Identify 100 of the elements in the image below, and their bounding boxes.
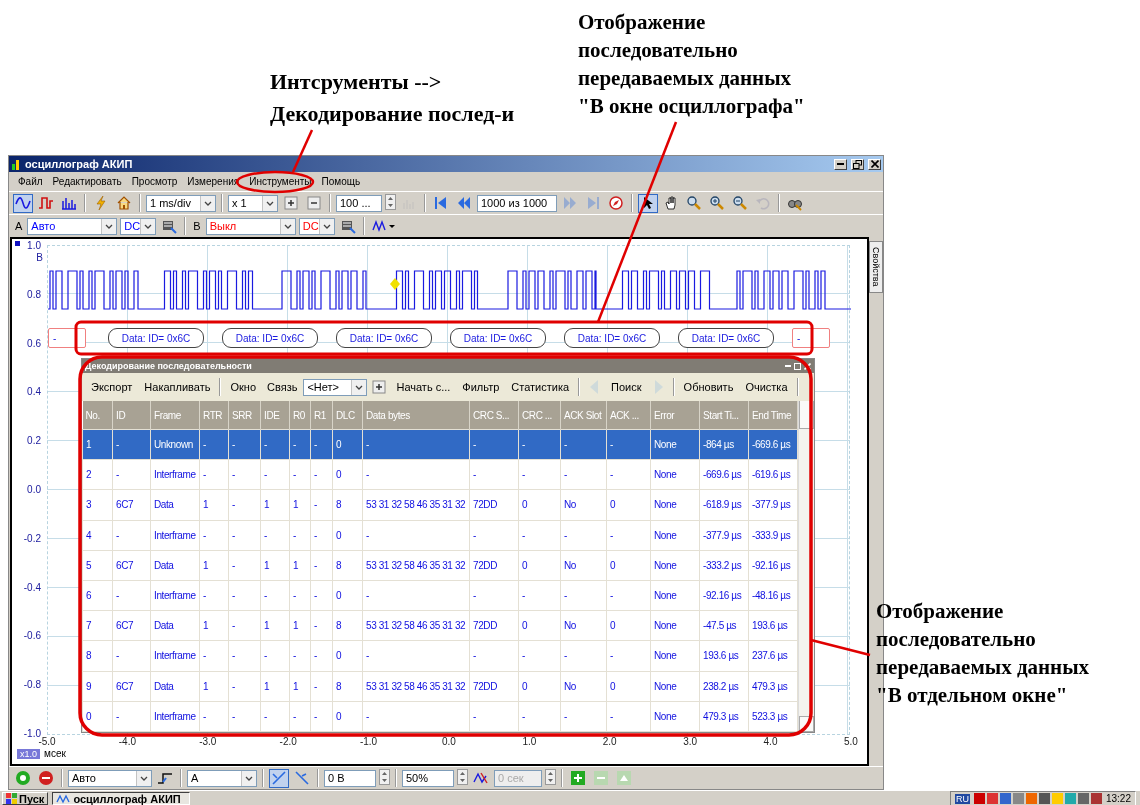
table-cell: 0: [332, 520, 363, 551]
axis-tick-label: 1.0: [521, 736, 538, 747]
spin-arrows-icon[interactable]: [385, 194, 396, 210]
rewind-icon: [456, 195, 472, 211]
annotation-text: Интсрументы --> Декодирование послед-и: [270, 68, 515, 128]
close-icon[interactable]: [804, 362, 811, 370]
dropdown[interactable]: x 1: [228, 194, 278, 212]
tray-icons-drawing[interactable]: [973, 792, 1102, 805]
table-cell: 0: [332, 429, 363, 460]
table-cell: -: [112, 580, 151, 611]
restore-button[interactable]: [851, 158, 864, 170]
table-cell: -: [260, 429, 290, 460]
toolbar-button[interactable]: Поиск: [606, 378, 647, 396]
plus-square-button[interactable]: [568, 768, 588, 788]
toolbar-button[interactable]: Обновить: [678, 378, 739, 396]
decoded-segment: Data: ID= 0x6C: [678, 328, 774, 348]
spin-arrows-icon[interactable]: [457, 769, 468, 785]
leader-line: [291, 129, 314, 173]
selected-row[interactable]: 1 - Unknown - - - - - 0 - - - - - None -864 µs -669.6 µs: [82, 429, 798, 460]
dropdown[interactable]: Авто: [27, 217, 118, 235]
rising-edge-button[interactable]: [269, 768, 289, 788]
spin-field[interactable]: 50%: [402, 769, 454, 787]
table-cell: None: [650, 520, 700, 551]
table-cell: -: [112, 701, 151, 732]
dropdown[interactable]: <Нет>: [303, 378, 368, 396]
side-tab[interactable]: Свойства: [869, 241, 883, 293]
table-cell: -: [310, 640, 333, 671]
dropdown[interactable]: DC: [298, 217, 335, 235]
table-cell: 0: [606, 610, 651, 641]
table-cell: -: [289, 701, 311, 732]
sine-wave-button[interactable]: [13, 193, 33, 213]
compass-button[interactable]: [606, 193, 626, 213]
taskbar-button[interactable]: осциллограф АКИП: [52, 792, 191, 805]
table-cell: -: [310, 701, 333, 732]
table-cell: -: [362, 580, 470, 611]
caret-icon: [139, 774, 149, 782]
minimize-button[interactable]: [834, 158, 847, 170]
zoom-in-icon: [709, 195, 725, 211]
language-indicator[interactable]: RU: [954, 793, 970, 804]
decoded-segment: Data: ID= 0x6C: [450, 328, 546, 348]
hand-icon: [663, 195, 679, 211]
spin-field[interactable]: 100 ...: [336, 194, 382, 212]
close-button[interactable]: [868, 158, 881, 170]
table-cell: -669.6 µs: [748, 429, 798, 460]
stop-button[interactable]: [36, 768, 56, 788]
table-cell: 238.2 µs: [699, 671, 749, 702]
play-button[interactable]: [13, 768, 33, 788]
spin-arrows-icon[interactable]: [379, 769, 390, 785]
decoded-segment: Data: ID= 0x6C: [564, 328, 660, 348]
minus-button[interactable]: [304, 193, 324, 213]
table-cell: -333.2 µs: [699, 550, 749, 581]
dropdown[interactable]: 1 ms/div: [146, 194, 216, 212]
caret-icon: [282, 222, 293, 230]
toolbar-button[interactable]: Очистка: [740, 378, 793, 396]
table-cell: -: [260, 580, 290, 611]
table-cell: 193.6 µs: [699, 640, 749, 671]
axis-tick-label: 1.0: [27, 240, 42, 252]
toolbar-button[interactable]: Статистика: [506, 378, 575, 396]
table-cell: -: [228, 580, 261, 611]
dropdown[interactable]: Авто: [68, 769, 152, 787]
menu-item[interactable]: Файл: [13, 176, 48, 187]
channel-label: B: [192, 220, 202, 232]
table-cell: 0: [518, 550, 561, 581]
spin-field[interactable]: 0 В: [324, 769, 376, 787]
toolbar-button[interactable]: Фильтр: [457, 378, 505, 396]
wave-icon: [56, 793, 71, 804]
plus-button[interactable]: [281, 193, 301, 213]
stop-icon: [38, 770, 54, 786]
toolbar-button[interactable]: Окно: [225, 378, 262, 396]
spin-arrows-icon[interactable]: [545, 769, 556, 785]
menu-item[interactable]: Редактировать: [47, 176, 127, 187]
menu-item[interactable]: Инструменты: [244, 176, 317, 187]
menu-item[interactable]: Помощь: [316, 176, 366, 187]
dropdown[interactable]: DC: [120, 217, 157, 235]
table-cell: 0: [606, 671, 651, 702]
capture-field[interactable]: 1000 из 1000: [477, 194, 557, 212]
toolbar-button[interactable]: Начать с...: [391, 378, 456, 396]
table-cell: 0: [518, 671, 561, 702]
table-cell: None: [650, 550, 700, 581]
table-cell: 7: [82, 610, 113, 641]
axis-tick-label: -2.0: [278, 736, 298, 747]
axis-tick-label: -0.6: [23, 630, 42, 643]
dropdown[interactable]: Выкл: [205, 217, 296, 235]
toolbar-button[interactable]: Накапливать: [139, 378, 216, 396]
dropdown[interactable]: A: [187, 769, 257, 787]
maximize-icon[interactable]: [794, 362, 801, 370]
toolbar-button[interactable]: Экспорт: [86, 378, 138, 396]
axis-tick-label: -0.4: [23, 581, 42, 594]
step-signal-icon: [157, 770, 173, 786]
table-cell: -: [199, 580, 229, 611]
table-cell: -: [606, 701, 651, 732]
trigger-delay-icon: [473, 770, 489, 786]
start-button[interactable]: Пуск: [2, 792, 49, 805]
table-cell: -: [289, 429, 311, 460]
table-cell: -: [606, 429, 651, 460]
window-title: осциллограф АКИП: [25, 158, 133, 170]
table-cell: Interframe: [150, 701, 200, 732]
menu-item[interactable]: Просмотр: [126, 176, 183, 187]
axis-tick-label: -0.8: [23, 679, 42, 692]
axis-tick-label: 2.0: [601, 736, 618, 747]
